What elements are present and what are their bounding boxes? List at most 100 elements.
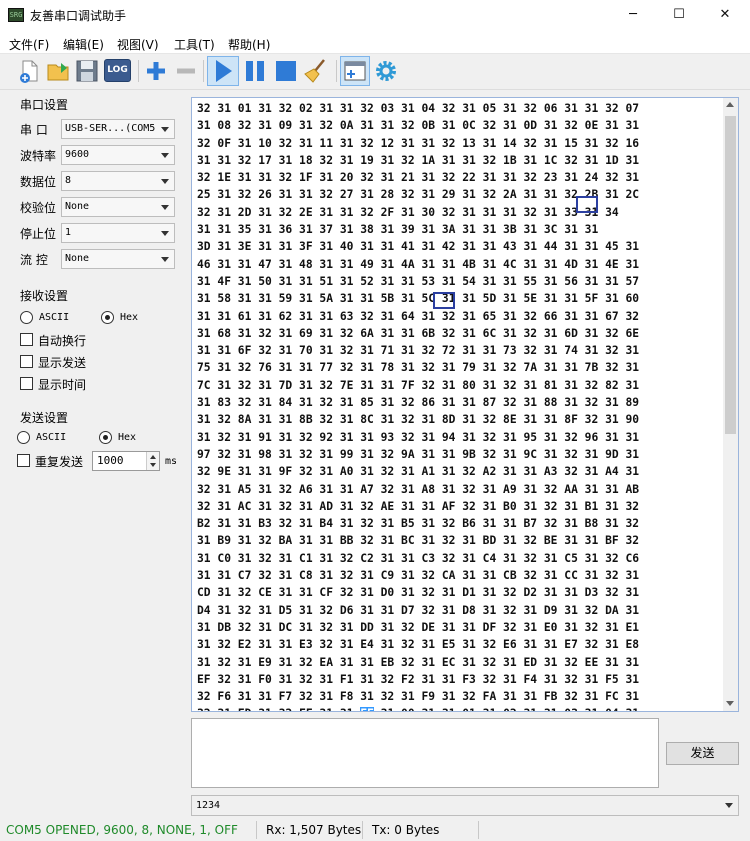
receive-line: 31 31 32 17 31 18 32 31 19 31 32 1A 31 3…	[197, 153, 640, 167]
scroll-down-icon[interactable]	[726, 701, 734, 706]
chevron-down-icon	[161, 179, 169, 184]
receive-ascii-label: ASCII	[39, 312, 70, 323]
toolbar-separator	[203, 60, 204, 82]
chevron-down-icon	[161, 127, 169, 132]
stepper-down-icon	[150, 463, 156, 467]
send-button[interactable]: 发送	[666, 742, 739, 765]
receive-line: 31 31 35 31 36 31 37 31 38 31 39 31 3A 3…	[197, 223, 599, 237]
baud-select[interactable]: 9600	[61, 145, 175, 165]
data-bits-value: 8	[65, 175, 72, 186]
receive-line: 31 B9 31 32 BA 31 31 BB 32 31 BC 31 32 3…	[197, 534, 640, 548]
settings-gear-icon[interactable]	[372, 57, 400, 85]
receive-line: 32 1E 31 31 32 1F 31 20 32 31 21 31 32 2…	[197, 171, 640, 185]
stop-bits-select[interactable]: 1	[61, 223, 175, 243]
rx-count: Rx: 1,507 Bytes	[266, 823, 362, 837]
receive-line: 31 32 31 E9 31 32 EA 31 31 EB 32 31 EC 3…	[197, 655, 640, 669]
flow-value: None	[65, 253, 90, 264]
receive-line: 31 68 31 32 31 69 31 32 6A 31 31 6B 32 3…	[197, 326, 640, 340]
receive-line: 31 4F 31 50 31 31 51 31 52 31 31 53 31 5…	[197, 274, 640, 288]
menu-file[interactable]: 文件(F)	[9, 36, 49, 53]
baud-label: 波特率	[20, 149, 57, 163]
connection-status: COM5 OPENED, 9600, 8, NONE, 1, OFF	[6, 823, 238, 837]
clear-broom-icon[interactable]	[303, 57, 331, 85]
send-settings-title: 发送设置	[20, 411, 69, 425]
data-bits-label: 数据位	[20, 175, 57, 189]
scroll-thumb[interactable]	[725, 116, 736, 434]
stop-bits-label: 停止位	[20, 227, 57, 241]
send-text-area[interactable]	[191, 718, 659, 788]
tx-count: Tx: 0 Bytes	[372, 823, 440, 837]
menu-view[interactable]: 视图(V)	[117, 36, 159, 53]
log-icon[interactable]: LOG	[104, 59, 131, 82]
show-send-label: 显示发送	[38, 356, 87, 370]
send-ascii-label: ASCII	[36, 432, 67, 443]
receive-line: B2 31 31 B3 32 31 B4 31 32 31 B5 31 32 B…	[197, 517, 640, 531]
selected-byte: FF	[360, 707, 374, 711]
receive-line: 32 31 01 31 32 02 31 31 32 03 31 04 32 3…	[197, 102, 640, 115]
close-button[interactable]: ✕	[702, 0, 748, 30]
chevron-down-icon	[161, 153, 169, 158]
flow-label: 流 控	[20, 253, 48, 267]
receive-line: 31 08 32 31 09 31 32 0A 31 31 32 0B 31 0…	[197, 119, 640, 133]
minimize-button[interactable]: ─	[610, 0, 656, 30]
receive-line: 32 31 FD 31 32 FE 31 31 FF 31 00 31 31 0…	[197, 705, 717, 711]
send-ascii-radio[interactable]	[17, 431, 30, 444]
receive-line: CD 31 32 CE 31 31 CF 32 31 D0 31 32 31 D…	[197, 586, 640, 600]
scroll-up-icon[interactable]	[726, 102, 734, 107]
receive-line: 31 31 C7 32 31 C8 31 32 31 C9 31 32 CA 3…	[197, 569, 640, 583]
receive-ascii-radio[interactable]	[20, 311, 33, 324]
receive-line: 32 F6 31 31 F7 32 31 F8 31 32 31 F9 31 3…	[197, 690, 640, 704]
auto-wrap-label: 自动换行	[38, 334, 87, 348]
port-select[interactable]: USB-SER...(COM5	[61, 119, 175, 139]
receive-line: 31 C0 31 32 31 C1 31 32 C2 31 31 C3 32 3…	[197, 551, 640, 565]
receive-text-area[interactable]: 32 31 01 31 32 02 31 31 32 03 31 04 32 3…	[191, 97, 739, 712]
chevron-down-icon	[161, 205, 169, 210]
menu-edit[interactable]: 编辑(E)	[63, 36, 104, 53]
receive-line: 3D 31 3E 31 31 3F 31 40 31 31 41 31 42 3…	[197, 240, 640, 254]
receive-line: EF 32 31 F0 31 32 31 F1 31 32 F2 31 31 F…	[197, 672, 640, 686]
chevron-down-icon	[161, 231, 169, 236]
send-history-select[interactable]: 1234	[191, 795, 739, 816]
auto-wrap-checkbox[interactable]	[20, 333, 33, 346]
new-file-icon[interactable]	[15, 57, 43, 85]
chevron-down-icon	[161, 257, 169, 262]
menu-bar	[0, 30, 750, 54]
maximize-button[interactable]: ☐	[656, 0, 702, 30]
show-time-checkbox[interactable]	[20, 377, 33, 390]
interval-stepper[interactable]	[146, 452, 159, 470]
data-bits-select[interactable]: 8	[61, 171, 175, 191]
receive-text: 32 31 01 31 32 02 31 31 32 03 31 04 32 3…	[197, 100, 717, 711]
add-icon[interactable]	[142, 57, 170, 85]
interval-unit: ms	[165, 456, 178, 467]
receive-line: 25 31 32 26 31 31 32 27 31 28 32 31 29 3…	[197, 188, 640, 202]
receive-line: 31 DB 32 31 DC 31 32 31 DD 31 32 DE 31 3…	[197, 620, 640, 634]
stop-icon[interactable]	[272, 57, 300, 85]
menu-tools[interactable]: 工具(T)	[174, 36, 215, 53]
receive-line: 32 0F 31 10 32 31 11 31 32 12 31 31 32 1…	[197, 136, 640, 150]
serial-settings-title: 串口设置	[20, 98, 69, 112]
stop-bits-value: 1	[65, 227, 72, 238]
port-label: 串 口	[20, 123, 48, 137]
menu-help[interactable]: 帮助(H)	[228, 36, 270, 53]
receive-line: 31 31 61 31 62 31 31 63 32 31 64 31 32 3…	[197, 309, 640, 323]
repeat-send-checkbox[interactable]	[17, 454, 30, 467]
window-title: 友善串口调试助手	[30, 9, 127, 23]
receive-hex-radio[interactable]	[101, 311, 114, 324]
pause-icon[interactable]	[241, 57, 269, 85]
receive-line: 32 31 AC 31 32 31 AD 31 32 AE 31 31 AF 3…	[197, 499, 640, 513]
layout-icon[interactable]	[341, 57, 369, 85]
receive-hex-label: Hex	[120, 312, 139, 323]
parity-label: 校验位	[20, 201, 57, 215]
remove-icon[interactable]	[172, 57, 200, 85]
show-send-checkbox[interactable]	[20, 355, 33, 368]
send-hex-radio[interactable]	[99, 431, 112, 444]
flow-select[interactable]: None	[61, 249, 175, 269]
play-icon[interactable]	[209, 57, 237, 85]
save-icon[interactable]	[73, 57, 101, 85]
receive-line: 46 31 31 47 31 48 31 31 49 31 4A 31 31 4…	[197, 257, 640, 271]
baud-value: 9600	[65, 149, 90, 160]
send-hex-label: Hex	[118, 432, 137, 443]
parity-select[interactable]: None	[61, 197, 175, 217]
receive-line: 97 32 31 98 31 32 31 99 31 32 9A 31 31 9…	[197, 447, 640, 461]
open-folder-icon[interactable]	[44, 57, 72, 85]
